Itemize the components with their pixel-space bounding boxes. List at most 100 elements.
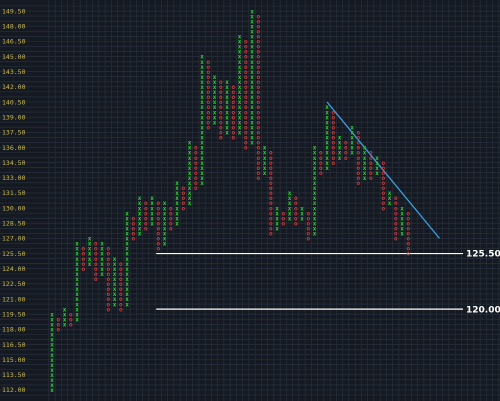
x-column: xxxxxx bbox=[288, 190, 292, 222]
o-column: ooooo bbox=[169, 205, 173, 232]
chart-canvas: 112.00 113.50 115.00 116.50 118.00 119.50 121.… bbox=[0, 0, 500, 401]
o-box: o bbox=[356, 129, 360, 136]
o-box: o bbox=[131, 215, 135, 222]
y-tick-label: 136.00 bbox=[2, 144, 26, 152]
x-column: xxxxxxxxxx bbox=[113, 256, 117, 308]
x-column: xxxxx bbox=[338, 135, 342, 162]
o-box: o bbox=[269, 150, 273, 157]
y-tick-label: 140.50 bbox=[2, 98, 26, 106]
o-column: oooooo bbox=[369, 150, 373, 182]
y-tick-label: 146.50 bbox=[2, 38, 26, 46]
o-box: o bbox=[219, 79, 223, 86]
o-column: oooooooooooooooooooooo bbox=[244, 39, 248, 152]
y-tick-label: 118.00 bbox=[2, 326, 26, 334]
o-box: o bbox=[381, 160, 385, 167]
x-column: xxxxxxxxxxxxxxxxxxxxxxxxxx bbox=[200, 54, 204, 187]
x-box: x bbox=[275, 205, 279, 212]
x-box: x bbox=[125, 210, 129, 217]
y-tick-label: 142.00 bbox=[2, 83, 26, 91]
y-tick-label: 125.50 bbox=[2, 250, 26, 258]
x-column: xxx bbox=[300, 205, 304, 222]
o-column: oooooooooo bbox=[381, 160, 385, 212]
y-tick-label: 139.00 bbox=[2, 113, 26, 121]
x-column: xxxxxxxxxxxxxxxxxxxxxxxxxxx bbox=[250, 8, 254, 146]
x-column: xxxxxxxx bbox=[138, 195, 142, 237]
o-box: o bbox=[256, 13, 260, 20]
x-box: x bbox=[288, 190, 292, 197]
x-box: x bbox=[113, 256, 117, 263]
o-box: o bbox=[81, 246, 85, 253]
x-column: xxxx bbox=[375, 155, 379, 177]
x-box: x bbox=[250, 8, 254, 15]
o-column: oooooo bbox=[306, 210, 310, 242]
o-box: o bbox=[294, 195, 298, 202]
o-column: ooooooooooooooooooooooooooooooooo bbox=[256, 13, 260, 182]
o-column: oooooooooooooo bbox=[206, 59, 210, 132]
x-column: xxx bbox=[388, 190, 392, 207]
y-tick-label: 124.00 bbox=[2, 265, 26, 273]
o-box: o bbox=[69, 311, 73, 318]
o-box: o bbox=[119, 261, 123, 268]
y-tick-label: 115.00 bbox=[2, 356, 26, 364]
y-tick-label: 128.50 bbox=[2, 220, 26, 228]
o-box: o bbox=[106, 246, 110, 253]
y-tick-label: 127.00 bbox=[2, 235, 26, 243]
o-column: oooooooooooo bbox=[219, 79, 223, 142]
point-and-figure-chart: 112.00 113.50 115.00 116.50 118.00 119.50 121.… bbox=[0, 0, 500, 401]
o-column: oooooo bbox=[144, 200, 148, 232]
o-box: o bbox=[181, 185, 185, 192]
o-column: oooooooooo bbox=[119, 261, 123, 313]
o-column: oooooooo bbox=[94, 241, 98, 283]
y-tick-label: 133.00 bbox=[2, 174, 26, 182]
x-column: xxxxx bbox=[275, 205, 279, 232]
o-column: ooooo bbox=[181, 185, 185, 212]
y-tick-label: 113.50 bbox=[2, 371, 26, 379]
o-box: o bbox=[194, 145, 198, 152]
y-tick-label: 119.50 bbox=[2, 310, 26, 318]
x-box: x bbox=[375, 155, 379, 162]
x-box: x bbox=[338, 135, 342, 142]
y-tick-label: 145.00 bbox=[2, 53, 26, 61]
level-labels: 125.50 120.00 bbox=[466, 250, 500, 316]
o-box: o bbox=[344, 140, 348, 147]
x-column: xxxx bbox=[63, 306, 67, 328]
y-tick-label: 112.00 bbox=[2, 386, 26, 394]
o-column: ooooooooooo bbox=[356, 129, 360, 187]
o-column: oooooo bbox=[294, 195, 298, 227]
x-box: x bbox=[150, 195, 154, 202]
x-column: xxxxxxx bbox=[100, 241, 104, 278]
o-box: o bbox=[369, 150, 373, 157]
o-column: oooooooooo bbox=[156, 200, 160, 252]
o-column: ooooo bbox=[131, 215, 135, 242]
x-column: xxxxxxxxxxxxx bbox=[325, 104, 329, 172]
o-box: o bbox=[56, 316, 60, 323]
x-column: xxxxxxxxx bbox=[163, 200, 167, 247]
y-tick-label: 131.50 bbox=[2, 189, 26, 197]
x-column: xxxxxxxxxx bbox=[213, 74, 217, 126]
o-box: o bbox=[319, 150, 323, 157]
x-column: xxxxxxxxxxxxxxxx bbox=[50, 311, 54, 394]
o-column: ooooooooooo bbox=[231, 84, 235, 142]
x-box: x bbox=[263, 145, 267, 152]
x-column: xxxxxxxxxxxxxxxxxxx bbox=[125, 210, 129, 308]
o-box: o bbox=[156, 200, 160, 207]
x-column: xxxxxxxxxxxxxxxxxx bbox=[313, 145, 317, 238]
x-box: x bbox=[350, 124, 354, 131]
x-column: xxxxxx bbox=[88, 236, 92, 268]
x-box: x bbox=[88, 236, 92, 243]
x-column: xxxxxxxxxxxxxxxxxxxx bbox=[238, 34, 242, 137]
y-tick-label: 134.50 bbox=[2, 159, 26, 167]
x-box: x bbox=[100, 241, 104, 248]
o-column: ooo bbox=[56, 316, 60, 333]
o-column: ooo bbox=[281, 210, 285, 227]
y-tick-label: 116.50 bbox=[2, 341, 26, 349]
y-tick-label: 143.50 bbox=[2, 68, 26, 76]
x-box: x bbox=[363, 145, 367, 152]
x-column: xxxxxx bbox=[263, 145, 267, 177]
x-column: xxxxxxxxxxxxxxxx bbox=[75, 241, 79, 324]
y-axis-ticks: 112.00 113.50 115.00 116.50 118.00 119.50 121.… bbox=[2, 7, 26, 394]
y-tick-label: 130.00 bbox=[2, 204, 26, 212]
x-column: xxxxxxxxxxx bbox=[225, 79, 229, 137]
o-box: o bbox=[306, 210, 310, 217]
x-box: x bbox=[200, 54, 204, 61]
